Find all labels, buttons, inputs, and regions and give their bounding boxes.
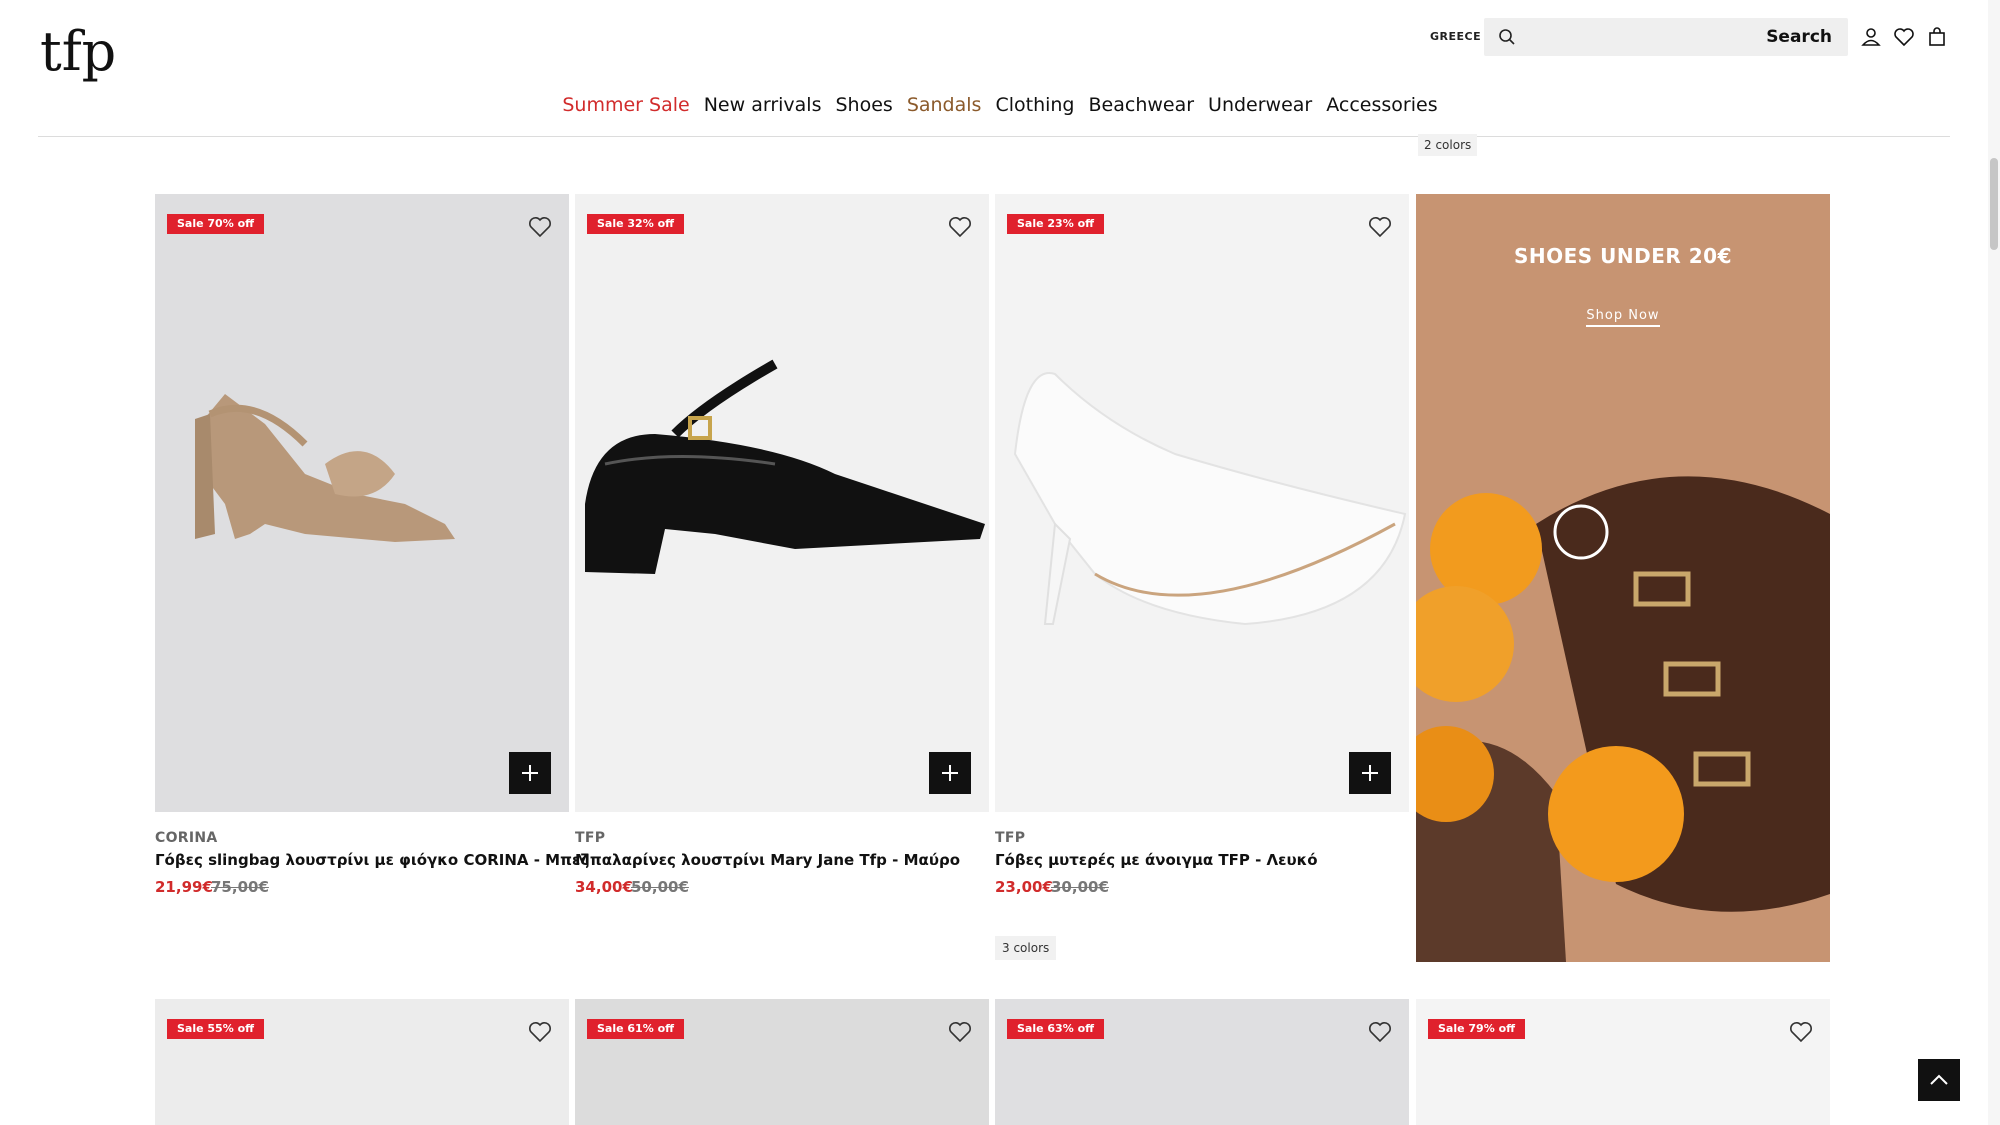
sale-badge: Sale 32% off — [587, 214, 685, 234]
product-image[interactable]: Sale 63% off — [995, 999, 1409, 1125]
nav-item-shoes[interactable]: Shoes — [835, 94, 892, 116]
product-image[interactable]: Sale 70% off — [155, 194, 569, 812]
product-image[interactable]: Sale 55% off — [155, 999, 569, 1125]
nav-item-clothing[interactable]: Clothing — [995, 94, 1074, 116]
sale-badge: Sale 55% off — [167, 1019, 265, 1039]
product-image[interactable]: Sale 61% off — [575, 999, 989, 1125]
shop-now-link[interactable]: Shop Now — [1416, 308, 1830, 327]
main-navigation: Summer Sale New arrivals Shoes Sandals Cloth… — [0, 94, 2000, 126]
wishlist-heart-icon[interactable] — [947, 1019, 973, 1045]
product-name[interactable]: Μπαλαρίνες λουστρίνι Mary Jane Tfp - Μαύ… — [575, 851, 960, 869]
search-icon — [1499, 29, 1515, 45]
search-button[interactable]: Search — [1766, 27, 1832, 47]
header-divider — [38, 136, 1950, 137]
wishlist-heart-icon[interactable] — [1788, 1019, 1814, 1045]
product-name[interactable]: Γόβες slingbag λουστρίνι με φιόγκο CORIN… — [155, 851, 589, 869]
product-price: 34,00€ — [575, 878, 633, 896]
wishlist-heart-icon[interactable] — [1367, 1019, 1393, 1045]
product-old-price: 30,00€ — [1051, 878, 1109, 896]
page-scrollbar[interactable] — [1988, 0, 2000, 1125]
tfp-logo[interactable]: tfp — [38, 14, 118, 94]
promo-title: SHOES UNDER 20€ — [1513, 244, 1733, 268]
quick-add-button[interactable] — [1349, 752, 1391, 794]
product-brand: TFP — [575, 830, 606, 846]
product-price: 23,00€ — [995, 878, 1053, 896]
quick-add-button[interactable] — [509, 752, 551, 794]
shopping-bag-icon[interactable] — [1926, 26, 1948, 48]
plus-icon — [942, 765, 958, 781]
product-image[interactable]: Sale 79% off — [1416, 999, 1830, 1125]
nav-item-beachwear[interactable]: Beachwear — [1089, 94, 1195, 116]
nav-item-accessories[interactable]: Accessories — [1326, 94, 1437, 116]
nav-item-underwear[interactable]: Underwear — [1208, 94, 1312, 116]
plus-icon — [522, 765, 538, 781]
scrollbar-thumb[interactable] — [1990, 158, 1998, 250]
sale-badge: Sale 23% off — [1007, 214, 1105, 234]
product-image[interactable]: Sale 23% off — [995, 194, 1409, 812]
plus-icon — [1362, 765, 1378, 781]
sale-badge: Sale 70% off — [167, 214, 265, 234]
sale-badge: Sale 79% off — [1428, 1019, 1526, 1039]
product-old-price: 75,00€ — [211, 878, 269, 896]
sale-badge: Sale 61% off — [587, 1019, 685, 1039]
sale-badge: Sale 63% off — [1007, 1019, 1105, 1039]
nav-item-summer-sale[interactable]: Summer Sale — [562, 94, 689, 116]
product-name[interactable]: Γόβες μυτερές με άνοιγμα TFP - Λευκό — [995, 851, 1318, 869]
wishlist-heart-icon[interactable] — [527, 214, 553, 240]
nav-item-new-arrivals[interactable]: New arrivals — [704, 94, 822, 116]
search-input[interactable] — [1528, 22, 1748, 52]
search-bar[interactable]: Search — [1484, 18, 1848, 56]
colors-chip[interactable]: 3 colors — [995, 936, 1057, 960]
product-old-price: 50,00€ — [631, 878, 689, 896]
black-mary-jane-shoe-image — [585, 359, 985, 574]
white-pump-shoe-image — [1013, 372, 1407, 626]
wishlist-heart-icon[interactable] — [1893, 26, 1915, 48]
colors-chip[interactable]: 2 colors — [1418, 134, 1478, 156]
product-brand: TFP — [995, 830, 1026, 846]
quick-add-button[interactable] — [929, 752, 971, 794]
product-brand: CORINA — [155, 830, 218, 846]
svg-text:tfp: tfp — [40, 20, 116, 83]
chevron-up-icon — [1930, 1074, 1948, 1085]
wishlist-heart-icon[interactable] — [947, 214, 973, 240]
wishlist-heart-icon[interactable] — [1367, 214, 1393, 240]
product-price: 21,99€ — [155, 878, 213, 896]
region-selector[interactable]: GREECE — [1430, 30, 1481, 43]
wishlist-heart-icon[interactable] — [527, 1019, 553, 1045]
site-header: tfp GREECE Search Summer Sale New arrival… — [0, 0, 2000, 138]
promo-banner[interactable]: SHOES UNDER 20€ Shop Now — [1416, 194, 1830, 962]
nav-item-sandals[interactable]: Sandals — [907, 94, 982, 116]
product-image[interactable]: Sale 32% off — [575, 194, 989, 812]
scroll-to-top-button[interactable] — [1918, 1059, 1960, 1101]
user-icon[interactable] — [1860, 26, 1882, 48]
beige-slingback-shoe-image — [195, 394, 455, 542]
